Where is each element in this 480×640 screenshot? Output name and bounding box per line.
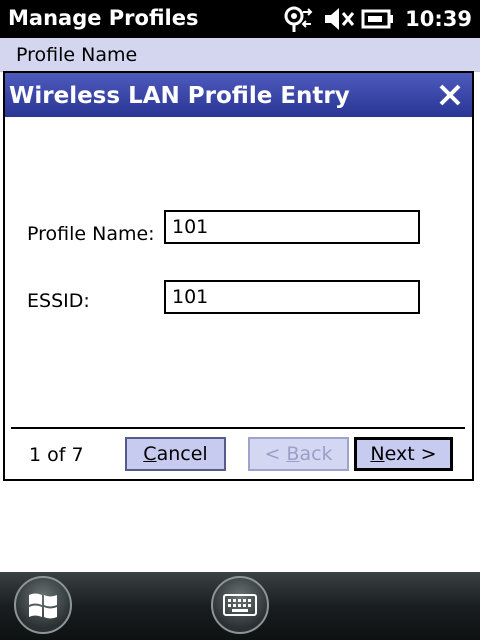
cancel-label: ancel (156, 443, 208, 465)
windows-start-icon[interactable] (14, 576, 72, 634)
connectivity-icon[interactable] (281, 4, 315, 34)
back-label: ack (299, 443, 333, 465)
page-counter: 1 of 7 (29, 444, 84, 466)
list-column-header[interactable]: Profile Name (0, 38, 480, 72)
next-mnemonic: N (370, 443, 385, 465)
dialog-title: Wireless LAN Profile Entry (9, 83, 350, 109)
dialog-titlebar: Wireless LAN Profile Entry (5, 73, 472, 117)
keyboard-icon[interactable] (211, 576, 269, 634)
battery-icon[interactable] (361, 4, 395, 34)
essid-label: ESSID: (27, 290, 90, 312)
back-mnemonic: B (286, 443, 300, 465)
button-separator (11, 427, 465, 429)
profile-name-label: Profile Name: (27, 223, 155, 245)
wlan-profile-dialog: Wireless LAN Profile Entry Profile Name:… (3, 71, 474, 481)
back-prefix: < (264, 443, 287, 465)
cancel-button[interactable]: Cancel (125, 437, 226, 471)
profile-name-input[interactable] (164, 210, 420, 244)
app-title: Manage Profiles (8, 6, 199, 30)
speaker-muted-icon[interactable] (321, 4, 355, 34)
status-bar: Manage Profiles 10:39 (0, 0, 480, 38)
essid-input[interactable] (164, 280, 420, 314)
next-label: ext > (384, 443, 437, 465)
close-icon[interactable] (438, 83, 462, 107)
profile-name-column-label: Profile Name (16, 44, 138, 66)
next-button[interactable]: Next > (354, 437, 453, 471)
cancel-mnemonic: C (143, 443, 157, 465)
back-button[interactable]: < Back (248, 437, 349, 471)
taskbar (0, 572, 480, 640)
status-icons: 10:39 (275, 3, 472, 35)
clock[interactable]: 10:39 (405, 6, 472, 32)
